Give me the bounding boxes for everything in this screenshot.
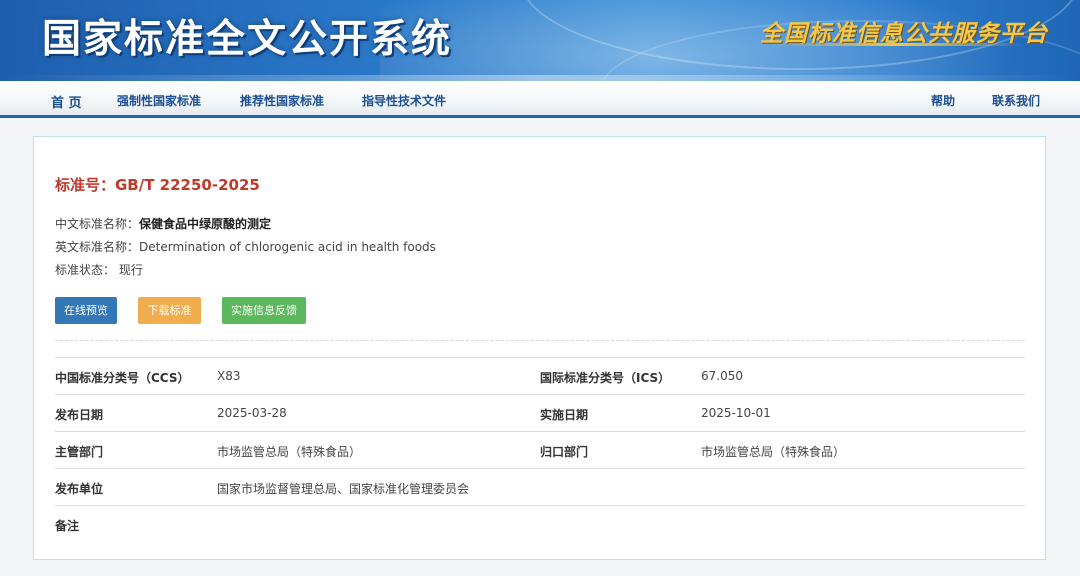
nav-recommended-standards[interactable]: 推荐性国家标准 — [240, 92, 324, 109]
standard-detail-card: 标准号：GB/T 22250-2025 中文标准名称：保健食品中绿原酸的测定 英… — [33, 136, 1046, 560]
implementation-date-label: 实施日期 — [540, 408, 589, 422]
cn-name-label: 中文标准名称： — [55, 217, 140, 231]
download-standard-button[interactable]: 下载标准 — [138, 297, 201, 324]
ccs-label: 中国标准分类号（CCS） — [55, 371, 190, 385]
table-row: 备注 — [55, 505, 1025, 542]
nav-help[interactable]: 帮助 — [931, 92, 955, 109]
en-name-label: 英文标准名称： — [55, 240, 140, 254]
status-label: 标准状态： — [55, 263, 116, 277]
nav-mandatory-standards[interactable]: 强制性国家标准 — [117, 92, 201, 109]
competent-dept-label: 主管部门 — [55, 445, 104, 459]
implementation-feedback-button[interactable]: 实施信息反馈 — [222, 297, 306, 324]
main-nav: 首 页 强制性国家标准 推荐性国家标准 指导性技术文件 帮助 联系我们 — [0, 81, 1080, 118]
ccs-value: X83 — [217, 369, 241, 383]
publisher-label: 发布单位 — [55, 482, 104, 496]
en-name-row: 英文标准名称：Determination of chlorogenic acid… — [55, 238, 436, 255]
site-banner: 国家标准全文公开系统 全国标准信息公共服务平台 — [0, 0, 1080, 81]
slogan-underline — [770, 43, 1025, 46]
section-divider — [55, 340, 1025, 341]
publish-date-label: 发布日期 — [55, 408, 104, 422]
standard-number: 标准号：GB/T 22250-2025 — [55, 176, 260, 194]
site-title: 国家标准全文公开系统 — [42, 17, 453, 62]
nav-contact-us[interactable]: 联系我们 — [992, 92, 1040, 109]
status-row: 标准状态： 现行 — [55, 261, 143, 278]
standard-details-table: 中国标准分类号（CCS） X83 国际标准分类号（ICS） 67.050 发布日… — [55, 357, 1025, 542]
publisher-value: 国家市场监督管理总局、国家标准化管理委员会 — [217, 482, 470, 496]
publish-date-value: 2025-03-28 — [217, 406, 287, 420]
nav-guidance-documents[interactable]: 指导性技术文件 — [362, 92, 446, 109]
table-row: 发布单位 国家市场监督管理总局、国家标准化管理委员会 — [55, 468, 1025, 505]
ics-label: 国际标准分类号（ICS） — [540, 371, 671, 385]
owner-dept-value: 市场监管总局（特殊食品） — [701, 445, 846, 459]
nav-home[interactable]: 首 页 — [51, 92, 82, 111]
remark-label: 备注 — [55, 519, 80, 533]
table-row: 主管部门 市场监管总局（特殊食品） 归口部门 市场监管总局（特殊食品） — [55, 431, 1025, 468]
implementation-date-value: 2025-10-01 — [701, 406, 771, 420]
cn-name-value: 保健食品中绿原酸的测定 — [139, 217, 272, 231]
online-preview-button[interactable]: 在线预览 — [55, 297, 117, 324]
status-value: 现行 — [118, 263, 143, 277]
en-name-value: Determination of chlorogenic acid in hea… — [139, 240, 436, 254]
cn-name-row: 中文标准名称：保健食品中绿原酸的测定 — [55, 215, 271, 232]
table-row: 中国标准分类号（CCS） X83 国际标准分类号（ICS） 67.050 — [55, 357, 1025, 394]
table-row: 发布日期 2025-03-28 实施日期 2025-10-01 — [55, 394, 1025, 431]
owner-dept-label: 归口部门 — [540, 445, 589, 459]
competent-dept-value: 市场监管总局（特殊食品） — [217, 445, 362, 459]
ics-value: 67.050 — [701, 369, 743, 383]
